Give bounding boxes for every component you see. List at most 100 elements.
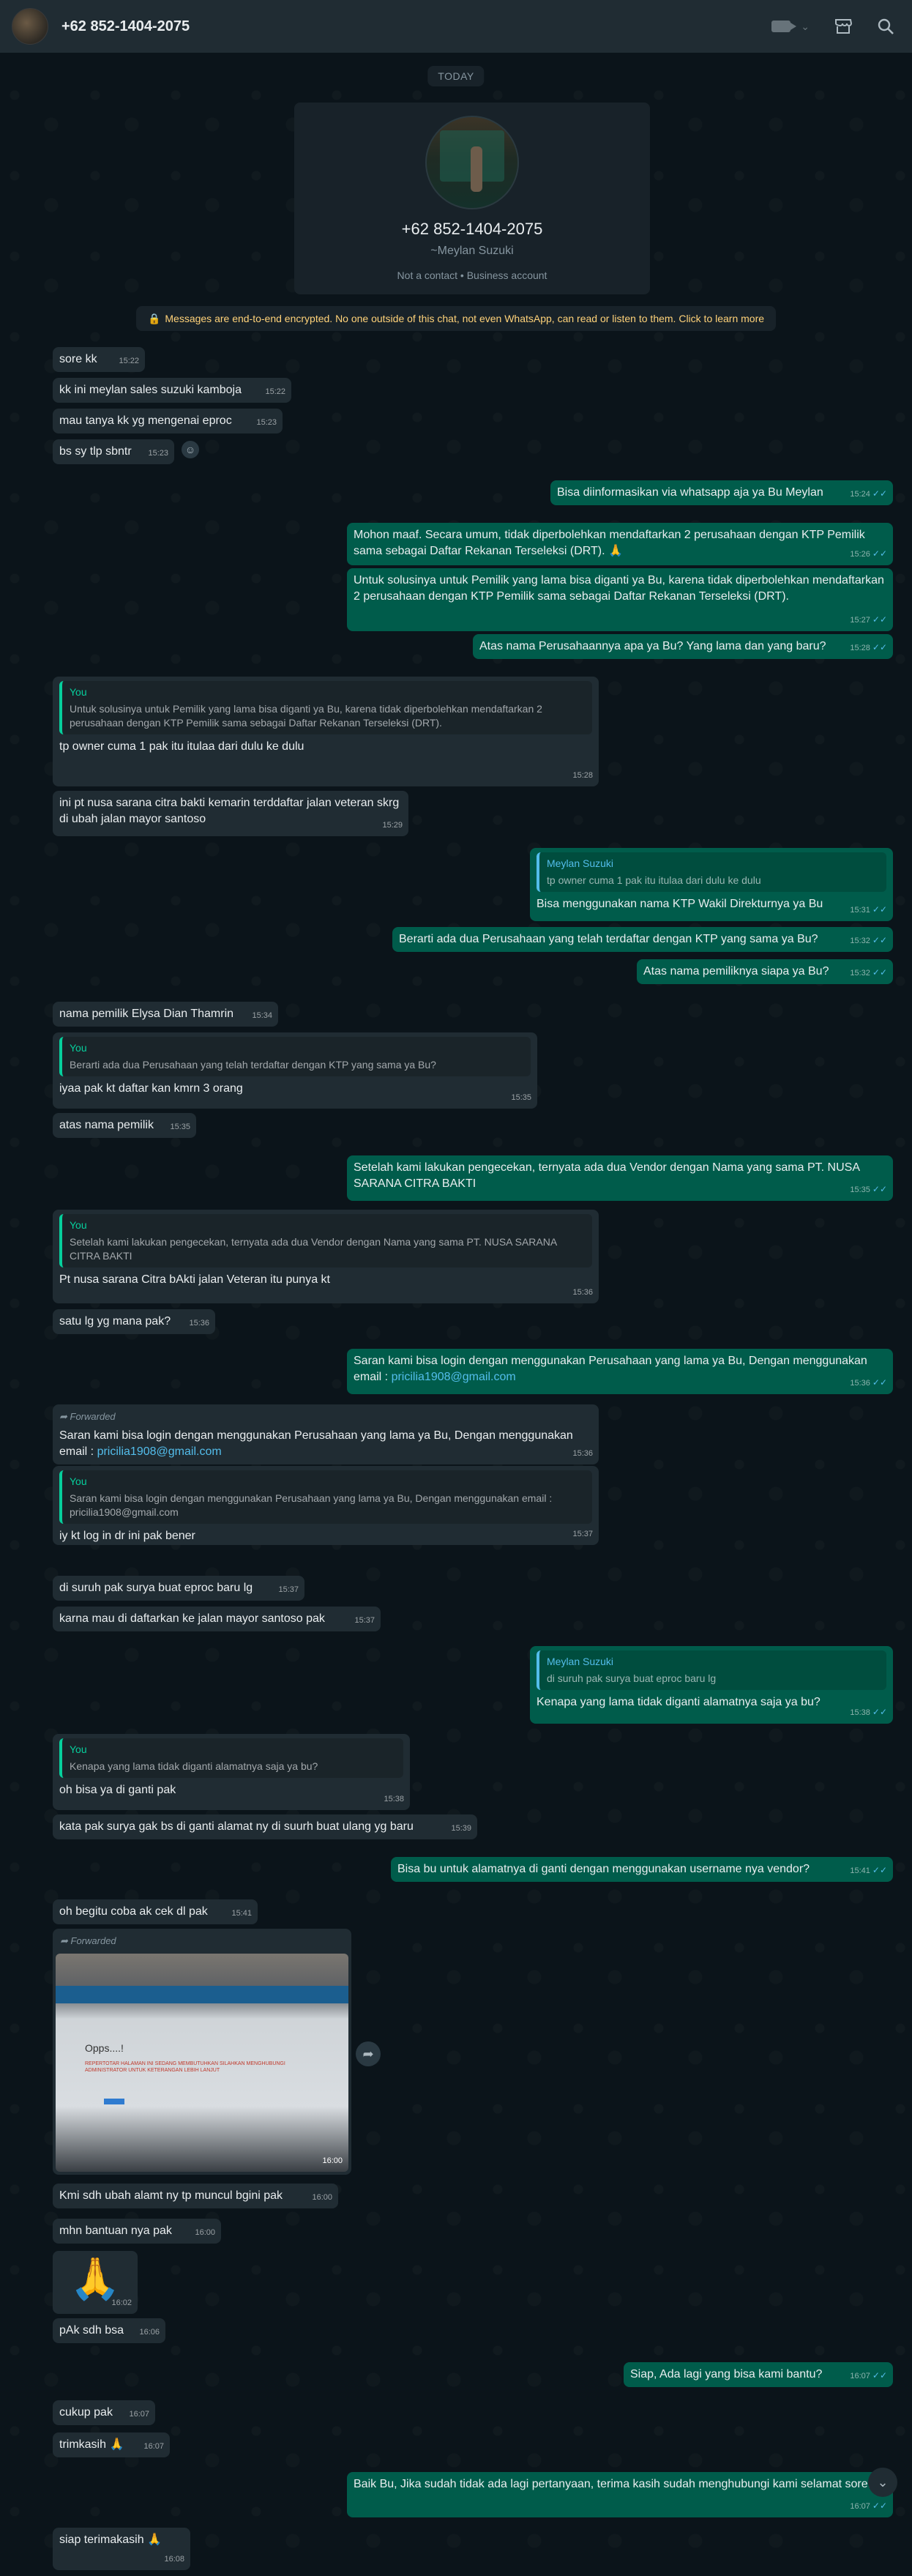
incoming-message[interactable]: You Kenapa yang lama tidak diganti alama… [53,1734,410,1810]
incoming-message[interactable]: nama pemilik Elysa Dian Thamrin 15:34 [53,1002,278,1027]
day-chip: TODAY [427,66,485,86]
message-text: Kmi sdh ubah alamt ny tp muncul bgini pa… [59,2189,283,2202]
emoji-reaction-icon[interactable]: ☺ [182,441,199,458]
incoming-message[interactable]: mhn bantuan nya pak 16:00 [53,2219,221,2244]
incoming-message[interactable]: mau tanya kk yg mengenai eproc 15:23 [53,409,283,433]
incoming-message[interactable]: You Berarti ada dua Perusahaan yang tela… [53,1032,537,1109]
message-text: kk ini meylan sales suzuki kamboja [59,384,242,396]
outgoing-message[interactable]: Meylan Suzuki di suruh pak surya buat ep… [530,1646,893,1724]
outgoing-message[interactable]: Meylan Suzuki tp owner cuma 1 pak itu it… [530,848,893,921]
message-text: Siap, Ada lagi yang bisa kami bantu? [630,2368,823,2380]
incoming-message[interactable]: karna mau di daftarkan ke jalan mayor sa… [53,1607,381,1631]
encryption-notice[interactable]: 🔒 Messages are end-to-end encrypted. No … [136,306,776,331]
profile-avatar[interactable] [425,116,519,209]
outgoing-message[interactable]: Setelah kami lakukan pengecekan, ternyat… [347,1155,893,1201]
email-link[interactable]: pricilia1908@gmail.com [392,1371,516,1383]
message-time: 15:35 [511,1093,531,1102]
avatar[interactable] [12,8,48,45]
message-text: cukup pak [59,2406,113,2419]
incoming-message[interactable]: pAk sdh bsa 16:06 [53,2318,165,2343]
read-receipt-icon: ✓✓ [872,935,887,945]
message-text: oh begitu coba ak cek dl pak [59,1905,208,1918]
message-time: 15:26 ✓✓ [850,548,887,559]
incoming-message[interactable]: Kmi sdh ubah alamt ny tp muncul bgini pa… [53,2184,338,2208]
quoted-message[interactable]: You Setelah kami lakukan pengecekan, ter… [59,1214,592,1267]
forwarded-label: ➦ Forwarded [59,1411,116,1422]
message-text: Setelah kami lakukan pengecekan, ternyat… [354,1161,860,1190]
video-camera-icon[interactable]: ⌄ [771,21,810,33]
quoted-author: You [70,686,87,698]
read-receipt-icon: ✓✓ [872,1377,887,1388]
message-text: atas nama pemilik [59,1119,154,1131]
email-link[interactable]: pricilia1908@gmail.com [97,1445,222,1458]
message-text: di suruh pak surya buat eproc baru lg [59,1582,253,1594]
read-receipt-icon: ✓✓ [872,1707,887,1717]
quoted-message[interactable]: You Berarti ada dua Perusahaan yang tela… [59,1037,531,1076]
incoming-message[interactable]: sore kk 15:22 [53,347,145,372]
incoming-message[interactable]: cukup pak 16:07 [53,2400,155,2425]
quoted-message[interactable]: You Untuk solusinya untuk Pemilik yang l… [59,681,592,734]
incoming-message[interactable]: ini pt nusa sarana citra bakti kemarin t… [53,791,408,836]
quoted-text: di suruh pak surya buat eproc baru lg [547,1672,717,1684]
message-text: karna mau di daftarkan ke jalan mayor sa… [59,1612,325,1625]
read-receipt-icon: ✓✓ [872,904,887,915]
incoming-message[interactable]: You Untuk solusinya untuk Pemilik yang l… [53,677,599,786]
quoted-author: You [70,1743,87,1755]
quoted-message[interactable]: Meylan Suzuki di suruh pak surya buat ep… [537,1650,886,1690]
quoted-text: tp owner cuma 1 pak itu itulaa dari dulu… [547,874,761,886]
outgoing-message[interactable]: Atas nama Perusahaannya apa ya Bu? Yang … [473,634,893,659]
outgoing-message[interactable]: Saran kami bisa login dengan menggunakan… [347,1349,893,1394]
outgoing-message[interactable]: Bisa diinformasikan via whatsapp aja ya … [550,480,893,505]
message-text: nama pemilik Elysa Dian Thamrin [59,1008,234,1020]
read-receipt-icon: ✓✓ [872,642,887,652]
outgoing-message[interactable]: Baik Bu, Jika sudah tidak ada lagi perta… [347,2472,893,2517]
contact-title[interactable]: +62 852-1404-2075 [61,18,190,35]
outgoing-message[interactable]: Mohon maaf. Secara umum, tidak diperbole… [347,523,893,565]
message-time: 15:39 [451,1824,471,1833]
incoming-message[interactable]: trimkasih 🙏 16:07 [53,2432,170,2457]
contact-profile-card: +62 852-1404-2075 ~Meylan Suzuki Not a c… [294,103,650,294]
message-time: 16:00 [312,2193,332,2202]
encryption-notice-text: Messages are end-to-end encrypted. No on… [165,313,765,324]
message-text: satu lg yg mana pak? [59,1315,171,1328]
outgoing-message[interactable]: Atas nama pemiliknya siapa ya Bu? 15:32 ✓… [637,959,893,984]
outgoing-message[interactable]: Siap, Ada lagi yang bisa kami bantu? 16:… [624,2362,893,2387]
header-actions: ⌄ [771,0,894,53]
incoming-message[interactable]: bs sy tlp sbntr 15:23 [53,439,174,464]
storefront-icon[interactable] [834,18,852,34]
scroll-down-button[interactable]: ⌄ [868,2468,897,2497]
message-time: 15:23 [256,418,277,427]
incoming-message[interactable]: kk ini meylan sales suzuki kamboja 15:22 [53,378,291,403]
message-time: 15:24 ✓✓ [850,488,887,499]
search-icon[interactable] [877,18,894,35]
message-time: 15:36 [572,1449,593,1458]
read-receipt-icon: ✓✓ [872,2501,887,2511]
incoming-message[interactable]: You Saran kami bisa login dengan menggun… [53,1466,599,1545]
incoming-message[interactable]: siap terimakasih 🙏 16:08 [53,2528,190,2570]
incoming-image-message[interactable]: ➦ Forwarded Opps....! REPERTOTAR HALAMAN… [53,1929,351,2175]
incoming-message[interactable]: kata pak surya gak bs di ganti alamat ny… [53,1814,477,1839]
incoming-emoji-message[interactable]: 🙏 16:02 [53,2251,138,2314]
message-text: iyaa pak kt daftar kan kmrn 3 orang [59,1082,243,1095]
message-time: 15:36 ✓✓ [850,1377,887,1388]
profile-display-name: ~Meylan Suzuki [430,245,514,257]
read-receipt-icon: ✓✓ [872,548,887,559]
quoted-message[interactable]: You Kenapa yang lama tidak diganti alama… [59,1738,403,1778]
incoming-message[interactable]: atas nama pemilik 15:35 [53,1113,196,1138]
incoming-message[interactable]: oh begitu coba ak cek dl pak 15:41 [53,1899,258,1924]
incoming-message[interactable]: ➦ Forwarded Saran kami bisa login dengan… [53,1404,599,1464]
forward-share-icon[interactable]: ➦ [356,2041,381,2066]
incoming-message[interactable]: satu lg yg mana pak? 15:36 [53,1309,215,1334]
quoted-author: Meylan Suzuki [547,857,614,869]
message-time: 16:00 [322,2156,343,2165]
message-time: 15:38 ✓✓ [850,1707,887,1717]
outgoing-message[interactable]: Berarti ada dua Perusahaan yang telah te… [392,927,893,952]
incoming-message[interactable]: di suruh pak surya buat eproc baru lg 15… [53,1576,304,1601]
incoming-message[interactable]: You Setelah kami lakukan pengecekan, ter… [53,1210,599,1303]
message-time: 16:07 ✓✓ [850,2501,887,2511]
outgoing-message[interactable]: Bisa bu untuk alamatnya di ganti dengan … [391,1857,893,1882]
screenshot-photo[interactable]: Opps....! REPERTOTAR HALAMAN INI SEDANG … [56,1954,348,2172]
quoted-message[interactable]: You Saran kami bisa login dengan menggun… [59,1470,592,1524]
outgoing-message[interactable]: Untuk solusinya untuk Pemilik yang lama … [347,568,893,631]
quoted-message[interactable]: Meylan Suzuki tp owner cuma 1 pak itu it… [537,852,886,892]
